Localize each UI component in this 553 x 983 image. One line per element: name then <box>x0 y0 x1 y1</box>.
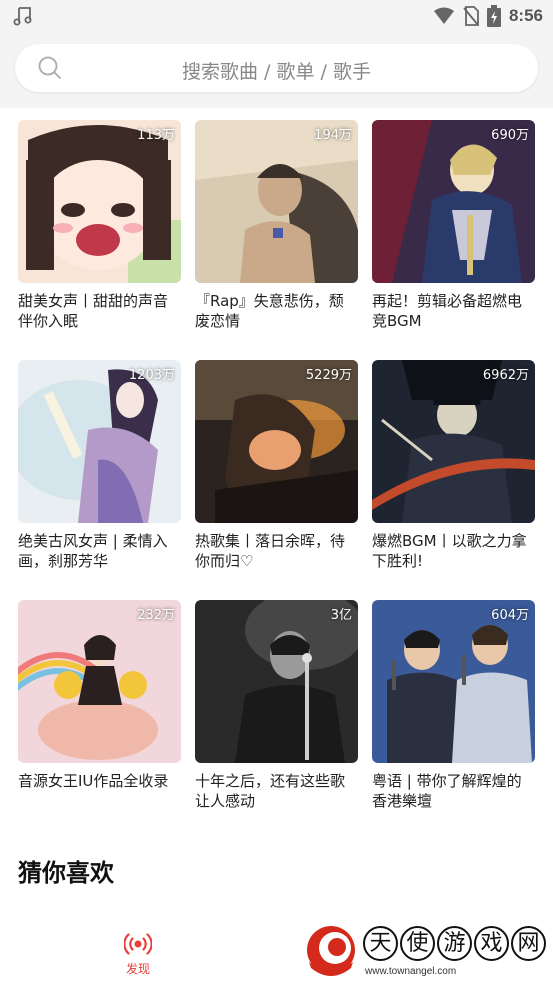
playlist-title: 热歌集丨落日余晖，待你而归♡ <box>195 532 346 570</box>
playlist-card[interactable]: 232万 音源女王IU作品全收录 <box>18 600 181 811</box>
play-count: 3亿 <box>330 608 352 623</box>
play-count: 6962万 <box>482 368 529 383</box>
play-count: 194万 <box>314 128 352 143</box>
watermark-char: 使 <box>400 926 435 961</box>
playlist-card[interactable]: 604万 粤语 | 带你了解辉煌的香港樂壇 <box>372 600 535 811</box>
playlist-cover[interactable]: 113万 <box>18 120 181 283</box>
playlist-card[interactable]: 5229万 热歌集丨落日余晖，待你而归♡ <box>195 360 358 571</box>
playlist-card[interactable]: 113万 甜美女声丨甜甜的声音伴你入眠 <box>18 120 181 331</box>
playlist-cover[interactable]: 604万 <box>372 600 535 763</box>
playlist-title: 爆燃BGM丨以歌之力拿下胜利! <box>372 532 527 570</box>
play-count: 232万 <box>137 608 175 623</box>
playlist-title: 甜美女声丨甜甜的声音伴你入眠 <box>18 292 169 330</box>
status-bar: 8:56 <box>0 0 553 32</box>
playlist-title: 『Rap』失意悲伤，颓废恋情 <box>195 292 344 330</box>
battery-charging-icon <box>486 5 501 27</box>
radio-broadcast-icon <box>124 933 152 955</box>
playlist-card[interactable]: 194万 『Rap』失意悲伤，颓废恋情 <box>195 120 358 331</box>
search-input[interactable]: 搜索歌曲 / 歌单 / 歌手 <box>15 44 538 92</box>
watermark-logo-icon <box>307 926 355 976</box>
watermark-char: 天 <box>363 926 398 961</box>
music-note-icon <box>13 7 32 26</box>
play-count: 1203万 <box>128 368 175 383</box>
playlist-cover[interactable]: 194万 <box>195 120 358 283</box>
playlist-cover[interactable]: 3亿 <box>195 600 358 763</box>
no-sim-icon <box>463 6 479 26</box>
playlist-cover[interactable]: 690万 <box>372 120 535 283</box>
playlist-title: 音源女王IU作品全收录 <box>18 772 169 790</box>
play-count: 690万 <box>491 128 529 143</box>
status-time: 8:56 <box>508 6 543 25</box>
playlist-cover[interactable]: 232万 <box>18 600 181 763</box>
playlist-card[interactable]: 1203万 绝美古风女声 | 柔情入画，刹那芳华 <box>18 360 181 571</box>
nav-discover-label: 发现 <box>125 962 150 976</box>
nav-discover[interactable]: 发现 <box>118 930 158 980</box>
playlist-title: 十年之后，还有这些歌让人感动 <box>195 772 346 810</box>
watermark-char: 网 <box>511 926 546 961</box>
play-count: 113万 <box>137 128 175 143</box>
playlist-title: 粤语 | 带你了解辉煌的香港樂壇 <box>372 772 522 810</box>
playlist-cover[interactable]: 1203万 <box>18 360 181 523</box>
watermark-url: www.townangel.com <box>365 966 457 977</box>
watermark-char: 戏 <box>474 926 509 961</box>
watermark: 天 使 游 戏 网 www.townangel.com <box>305 922 546 980</box>
playlist-cover[interactable]: 5229万 <box>195 360 358 523</box>
playlist-card[interactable]: 3亿 十年之后，还有这些歌让人感动 <box>195 600 358 811</box>
playlist-card[interactable]: 690万 再起！剪辑必备超燃电竞BGM <box>372 120 535 331</box>
section-title: 猜你喜欢 <box>18 859 114 887</box>
play-count: 604万 <box>491 608 529 623</box>
play-count: 5229万 <box>305 368 352 383</box>
playlist-card[interactable]: 6962万 爆燃BGM丨以歌之力拿下胜利! <box>372 360 535 571</box>
watermark-text: 天 使 游 戏 网 <box>363 926 546 961</box>
search-area: 搜索歌曲 / 歌单 / 歌手 <box>0 32 553 108</box>
playlist-title: 再起！剪辑必备超燃电竞BGM <box>372 292 523 330</box>
playlist-title: 绝美古风女声 | 柔情入画，刹那芳华 <box>18 532 168 570</box>
playlist-cover[interactable]: 6962万 <box>372 360 535 523</box>
search-placeholder: 搜索歌曲 / 歌单 / 歌手 <box>182 61 371 83</box>
wifi-icon <box>433 7 454 24</box>
watermark-char: 游 <box>437 926 472 961</box>
